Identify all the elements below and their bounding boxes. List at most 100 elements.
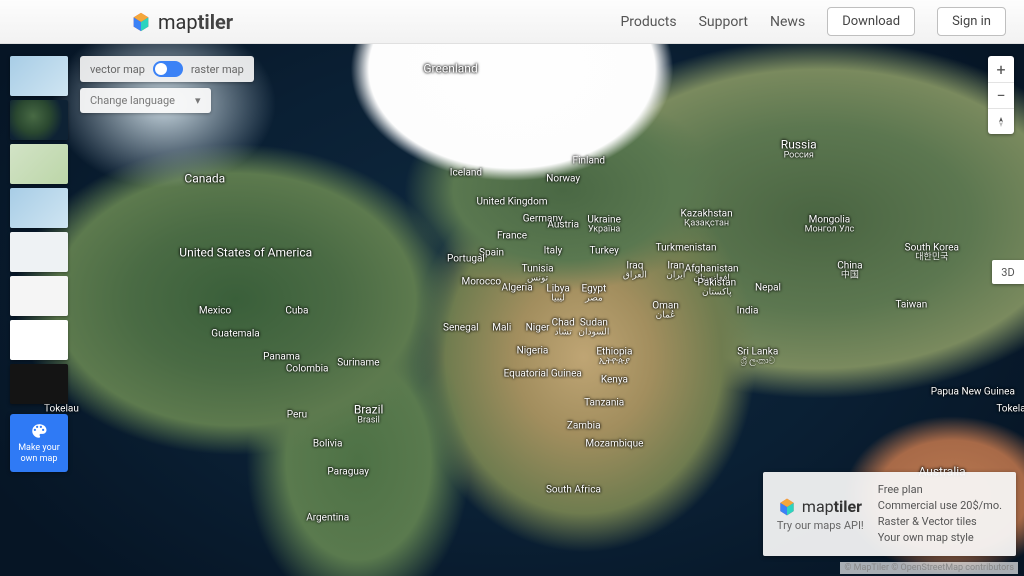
maptiler-logo-icon xyxy=(777,497,797,517)
map-label: Italy xyxy=(544,245,563,256)
brand-logo[interactable]: maptiler xyxy=(130,10,233,34)
promo-tagline: Try our maps API! xyxy=(777,519,864,532)
zoom-out-button[interactable]: − xyxy=(988,82,1014,108)
map-label: Portugal xyxy=(447,254,485,265)
map-label: Iraqالعراق xyxy=(623,260,647,281)
style-thumb-hybrid[interactable] xyxy=(10,56,68,96)
map-label: Nepal xyxy=(755,283,781,294)
map-label: United Kingdom xyxy=(476,196,547,207)
map-label: Canada xyxy=(184,172,225,185)
language-select[interactable]: Change language ▾ xyxy=(80,88,211,113)
attribution[interactable]: © MapTiler © OpenStreetMap contributors xyxy=(840,562,1018,574)
map-label: Afghanistanافغانستان xyxy=(685,263,739,284)
nav-support[interactable]: Support xyxy=(699,14,748,30)
compass-icon xyxy=(995,116,1007,128)
map-label: South Korea대한민국 xyxy=(905,243,959,264)
map-label: Bolivia xyxy=(313,438,343,449)
style-thumb-bright[interactable] xyxy=(10,276,68,316)
map-type-toggle: vector map raster map xyxy=(80,56,254,82)
map-label: BrazilBrasil xyxy=(354,403,384,426)
style-thumb-streets[interactable] xyxy=(10,188,68,228)
map-label: Pakistanپاکستان xyxy=(698,278,737,299)
style-thumb-dark[interactable] xyxy=(10,364,68,404)
map-label: Colombia xyxy=(286,363,329,374)
style-thumbnails: Make your own map xyxy=(10,56,68,472)
map-label: Tanzania xyxy=(584,398,624,409)
map-label: France xyxy=(497,231,527,242)
map-label: Paraguay xyxy=(327,467,369,478)
map-label: Sri Lankaශ්‍රී ලංකාව xyxy=(737,347,778,368)
map-label: Omanعُمان xyxy=(652,301,679,322)
map-label: Morocco xyxy=(461,277,501,288)
api-promo-box[interactable]: maptiler Try our maps API! Free plan Com… xyxy=(763,472,1016,556)
map-label: Suriname xyxy=(337,357,379,368)
map-label: Sudanالسودان xyxy=(578,318,609,339)
zoom-controls: + − xyxy=(988,56,1014,134)
map-label: Greenland xyxy=(423,63,477,76)
map-label: Panama xyxy=(263,352,300,363)
map-label: Finland xyxy=(573,156,606,167)
make-your-own-map-button[interactable]: Make your own map xyxy=(10,414,68,472)
map-label: Iceland xyxy=(450,167,482,178)
promo-brand: maptiler xyxy=(777,497,864,517)
language-label: Change language xyxy=(90,94,175,107)
map-label: Algeria xyxy=(502,283,533,294)
map-label: China中国 xyxy=(837,260,862,281)
map-label: MongoliaМонгол Улс xyxy=(805,214,855,235)
toggle-3d-button[interactable]: 3D xyxy=(992,260,1024,284)
map-label: South Africa xyxy=(546,484,601,495)
promo-details: Free plan Commercial use 20$/mo. Raster … xyxy=(878,482,1002,546)
map-label: India xyxy=(737,306,759,317)
map-label: Iranایران xyxy=(666,260,685,281)
map-label: UkraineУкраїна xyxy=(587,214,620,235)
header-nav: Products Support News Download Sign in xyxy=(620,7,1006,36)
style-thumb-basic[interactable] xyxy=(10,232,68,272)
signin-button[interactable]: Sign in xyxy=(937,7,1006,36)
maptiler-logo-icon xyxy=(130,11,152,33)
map-label: Libyaليبيا xyxy=(546,283,569,304)
map-label: Turkey xyxy=(589,245,618,256)
map-label: Turkmenistan xyxy=(656,242,717,253)
map-label: Germany xyxy=(523,213,563,224)
chevron-down-icon: ▾ xyxy=(195,94,201,107)
map-label: Zambia xyxy=(567,421,601,432)
header: maptiler Products Support News Download … xyxy=(0,0,1024,44)
map-label: KazakhstanҚазақстан xyxy=(681,208,733,229)
map-label: Chadتشاد xyxy=(552,318,575,339)
compass-button[interactable] xyxy=(988,108,1014,134)
zoom-in-button[interactable]: + xyxy=(988,56,1014,82)
map-label: Egyptمصر xyxy=(581,283,606,304)
map-label: Tokelau xyxy=(996,403,1024,414)
map-label: Spain xyxy=(479,248,504,259)
map-label: Ethiopiaኢትዮጵያ xyxy=(596,347,632,368)
vector-raster-switch[interactable] xyxy=(153,61,183,77)
map-label: Nigeria xyxy=(517,346,549,357)
map-label: Argentina xyxy=(306,513,349,524)
map-label: Taiwan xyxy=(895,300,927,311)
raster-label: raster map xyxy=(191,63,244,76)
map-label: Mozambique xyxy=(585,438,643,449)
map-label: Equatorial Guinea xyxy=(504,369,582,380)
map-label: Kenya xyxy=(601,375,628,386)
map-label: Tunisiaتونس xyxy=(522,263,554,284)
map-label: Norway xyxy=(546,173,580,184)
map-label: Austria xyxy=(547,219,579,230)
map-label: Mexico xyxy=(199,306,231,317)
map-label: Peru xyxy=(287,409,307,420)
download-button[interactable]: Download xyxy=(827,7,915,36)
palette-icon xyxy=(30,422,48,440)
nav-news[interactable]: News xyxy=(770,14,805,30)
map-label: Niger xyxy=(526,323,550,334)
nav-products[interactable]: Products xyxy=(620,14,676,30)
map-label: Senegal xyxy=(443,323,479,334)
vector-label: vector map xyxy=(90,63,145,76)
map-label: Guatemala xyxy=(211,329,259,340)
map-label: Cuba xyxy=(285,306,308,317)
map-label: Papua New Guinea xyxy=(931,386,1015,397)
map-label: Mali xyxy=(492,323,511,334)
style-thumb-terrain[interactable] xyxy=(10,144,68,184)
map-label: United States of America xyxy=(179,247,312,260)
style-thumb-satellite[interactable] xyxy=(10,100,68,140)
map-label: RussiaРоссия xyxy=(781,138,817,161)
style-thumb-positron[interactable] xyxy=(10,320,68,360)
